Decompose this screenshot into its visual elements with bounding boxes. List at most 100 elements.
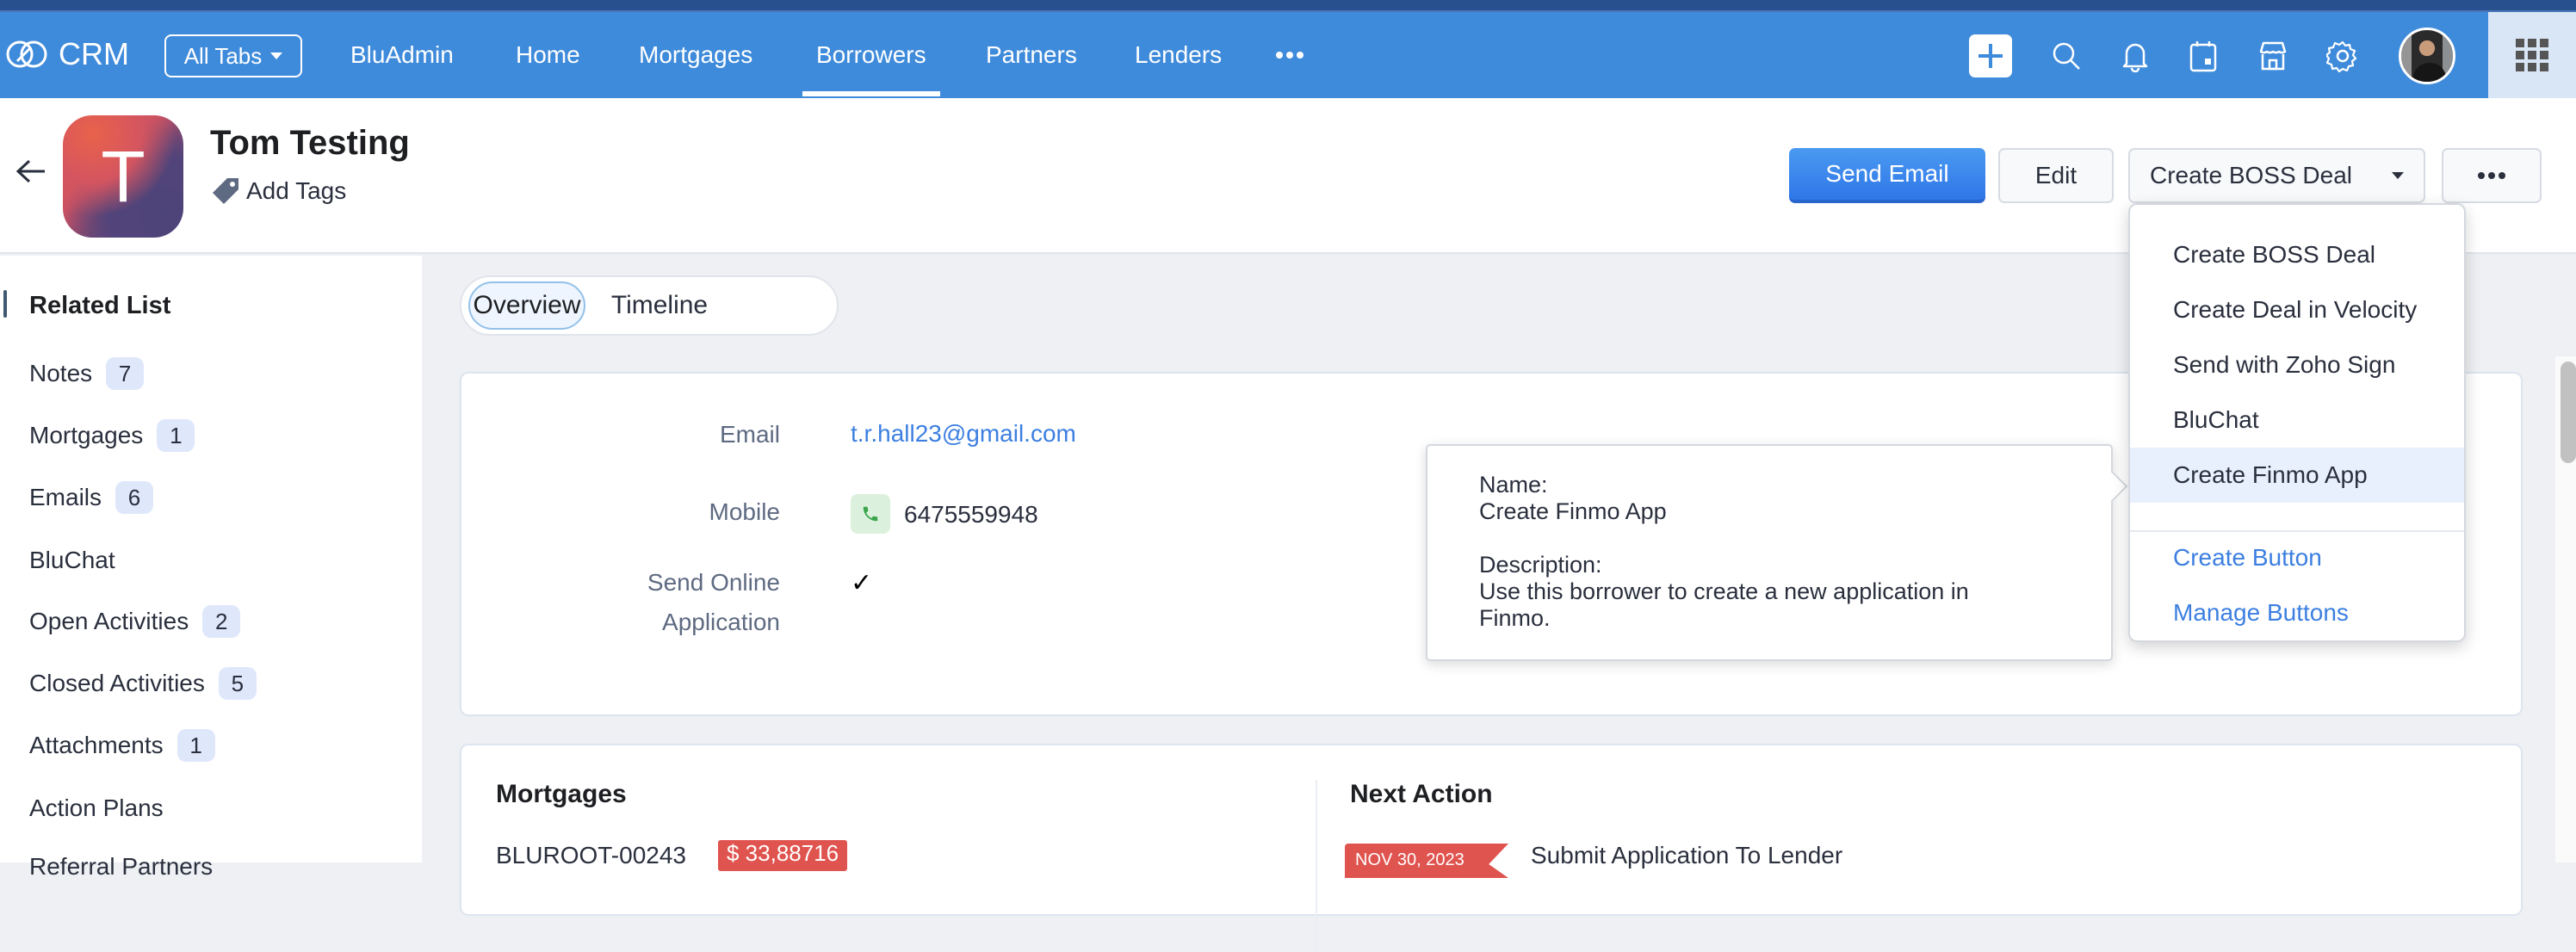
sidebar-item-emails[interactable]: Emails 6	[29, 481, 154, 514]
sidebar-item-bluchat[interactable]: BluChat	[29, 547, 115, 574]
edit-button[interactable]: Edit	[1998, 148, 2114, 203]
menu-item-create-deal-in-velocity[interactable]: Create Deal in Velocity	[2130, 282, 2464, 337]
add-tags-button[interactable]: Add Tags	[210, 176, 346, 207]
active-indicator	[3, 290, 7, 318]
zoho-crm-logo-icon	[6, 40, 47, 68]
more-tabs-icon[interactable]	[1276, 52, 1303, 59]
manage-buttons-link[interactable]: Manage Buttons	[2130, 585, 2464, 640]
mobile-label: Mobile	[709, 498, 780, 525]
record-name: Tom Testing	[210, 124, 410, 162]
sidebar-item-label: Closed Activities	[29, 670, 205, 696]
sidebar-item-label: Open Activities	[29, 608, 189, 634]
sidebar-item-attachments[interactable]: Attachments 1	[29, 729, 215, 762]
menu-item-send-with-zoho-sign[interactable]: Send with Zoho Sign	[2130, 337, 2464, 393]
create-boss-deal-dropdown-toggle[interactable]	[2372, 148, 2425, 203]
phone-call-button[interactable]	[851, 494, 890, 534]
mortgage-id-link[interactable]: BLUROOT-00243	[496, 842, 686, 869]
all-tabs-dropdown[interactable]: All Tabs	[164, 34, 302, 77]
nav-tab-label: Mortgages	[639, 41, 753, 68]
create-boss-deal-button[interactable]: Create BOSS Deal	[2128, 148, 2373, 203]
calendar-icon[interactable]	[2182, 34, 2225, 77]
sidebar-item-label: Referral Partners	[29, 853, 214, 880]
sidebar-item-referral-partners[interactable]: Referral Partners	[29, 853, 213, 881]
sidebar-item-open-activities[interactable]: Open Activities 2	[29, 605, 241, 638]
top-navbar: CRM All Tabs BluAdmin Home Mortgages Bor…	[0, 12, 2576, 98]
nav-tab-bluadmin[interactable]: BluAdmin	[350, 12, 454, 98]
count-badge: 2	[202, 605, 241, 638]
create-button-link[interactable]: Create Button	[2130, 530, 2464, 585]
count-badge: 1	[176, 729, 215, 762]
tooltip-name-value: Create Finmo App	[1479, 498, 1667, 524]
sidebar-item-closed-activities[interactable]: Closed Activities 5	[29, 667, 257, 700]
count-badge: 6	[115, 481, 154, 514]
all-tabs-label: All Tabs	[183, 42, 263, 69]
avatar-initial: T	[101, 135, 146, 217]
count-badge: 5	[218, 667, 257, 700]
nav-tab-partners[interactable]: Partners	[986, 12, 1077, 98]
card-divider	[1316, 780, 1317, 952]
window-top-strip	[0, 0, 2576, 12]
plus-icon[interactable]	[1969, 34, 2012, 77]
email-label: Email	[719, 421, 780, 448]
next-action-date-flag: NOV 30, 2023	[1345, 844, 1508, 878]
search-icon[interactable]	[2045, 34, 2088, 77]
next-action-heading: Next Action	[1350, 780, 1493, 808]
mortgages-heading: Mortgages	[496, 780, 627, 808]
sidebar-item-label: BluChat	[29, 547, 115, 573]
label-line: Application	[662, 609, 780, 635]
sidebar-item-action-plans[interactable]: Action Plans	[29, 794, 164, 822]
send-online-application-label: Send Online Application	[461, 563, 780, 642]
nav-tab-label: Lenders	[1135, 41, 1223, 68]
sidebar-item-mortgages[interactable]: Mortgages 1	[29, 419, 195, 452]
sidebar-item-label: Emails	[29, 484, 102, 510]
nav-tab-borrowers[interactable]: Borrowers	[802, 12, 940, 98]
gear-icon[interactable]	[2321, 34, 2364, 77]
send-email-button[interactable]: Send Email	[1789, 148, 1985, 203]
tab-timeline[interactable]: Timeline	[608, 281, 711, 330]
related-list-sidebar: Related List Notes 7 Mortgages 1 Emails …	[0, 256, 424, 880]
app-name: CRM	[59, 36, 129, 71]
nav-tab-mortgages[interactable]: Mortgages	[639, 12, 752, 98]
email-value-link[interactable]: t.r.hall23@gmail.com	[851, 420, 1076, 448]
next-action-task-link[interactable]: Submit Application To Lender	[1531, 842, 1842, 869]
phone-icon	[863, 506, 878, 522]
user-avatar[interactable]	[2399, 28, 2455, 84]
nav-tab-home[interactable]: Home	[516, 12, 580, 98]
tooltip-description-value: Use this borrower to create a new applic…	[1479, 578, 1969, 631]
menu-item-bluchat[interactable]: BluChat	[2130, 393, 2464, 448]
tooltip-name-label: Name:	[1479, 472, 1548, 498]
create-boss-deal-dropdown-menu: Create BOSS Deal Create Deal in Velocity…	[2128, 203, 2466, 642]
menu-item-create-boss-deal[interactable]: Create BOSS Deal	[2130, 227, 2464, 282]
menu-item-create-finmo-app[interactable]: Create Finmo App	[2130, 448, 2464, 503]
more-actions-button[interactable]	[2442, 148, 2542, 203]
sidebar-item-label: Action Plans	[29, 794, 164, 821]
label-line: Send Online	[647, 569, 780, 596]
sidebar-item-label: Mortgages	[29, 422, 144, 448]
nav-tab-label: Home	[516, 41, 580, 68]
sidebar-item-notes[interactable]: Notes 7	[29, 357, 145, 390]
sidebar-item-label: Attachments	[29, 732, 164, 758]
page-scrollbar-thumb[interactable]	[2561, 362, 2576, 463]
crm-logo[interactable]: CRM	[5, 36, 129, 72]
nav-tab-label: Partners	[986, 41, 1077, 68]
tooltip-description-label: Description:	[1479, 552, 1602, 578]
apps-grid-icon[interactable]	[2488, 12, 2576, 98]
nav-tab-lenders[interactable]: Lenders	[1135, 12, 1222, 98]
record-view-tabs: Overview Timeline	[460, 275, 839, 336]
related-list-title: Related List	[29, 292, 171, 319]
tab-overview[interactable]: Overview	[468, 281, 585, 330]
count-badge: 1	[157, 419, 195, 452]
mortgage-amount-badge: $ 33,88716	[718, 840, 848, 871]
mobile-value: 6475559948	[904, 501, 1038, 528]
bell-icon[interactable]	[2114, 34, 2157, 77]
caret-down-icon	[2392, 172, 2404, 179]
mortgages-next-action-card: Mortgages BLUROOT-00243 $ 33,88716 Next …	[460, 744, 2523, 952]
marketplace-icon[interactable]	[2251, 34, 2294, 77]
back-arrow-icon[interactable]	[15, 158, 46, 189]
count-badge: 7	[106, 357, 145, 390]
record-avatar: T	[63, 115, 183, 238]
nav-tab-label: BluAdmin	[350, 41, 454, 68]
tag-icon	[213, 178, 238, 204]
add-tags-label: Add Tags	[246, 177, 347, 204]
caret-down-icon	[270, 53, 283, 59]
